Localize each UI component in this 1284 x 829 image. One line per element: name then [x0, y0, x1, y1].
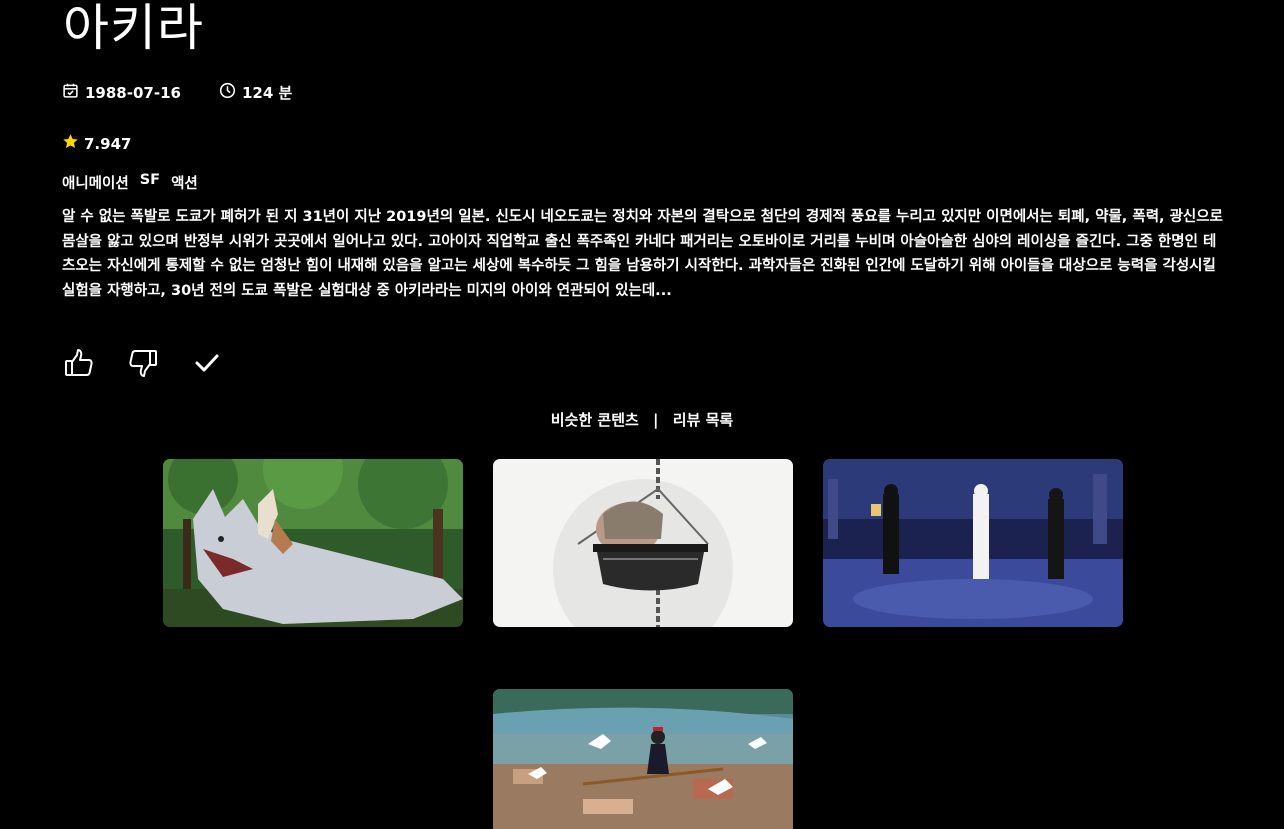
tab-similar-content[interactable]: 비슷한 콘텐츠: [551, 411, 639, 429]
clock-icon: [219, 82, 236, 103]
star-icon: [62, 133, 79, 154]
action-bar: [62, 347, 224, 383]
poster-image-wolf: [163, 459, 463, 627]
content-tabs: 비슷한 콘텐츠 | 리뷰 목록: [0, 409, 1284, 430]
movie-overview: 알 수 없는 폭발로 도쿄가 폐허가 된 지 31년이 지난 2019년의 일본…: [62, 209, 1223, 299]
poster-image-witch-broom: [493, 689, 793, 829]
movie-meta: 1988-07-16 124 분: [62, 82, 292, 103]
poster-image-dancers: [823, 459, 1123, 627]
dislike-button[interactable]: [126, 347, 160, 383]
similar-content-card[interactable]: [493, 459, 793, 627]
watched-button[interactable]: [190, 347, 224, 383]
similar-content-card[interactable]: [823, 459, 1123, 627]
thumbs-up-icon: [63, 347, 95, 383]
genre-item: 액션: [171, 176, 198, 192]
genre-list: 애니메이션 SF 액션: [62, 172, 198, 193]
calendar-check-icon: [62, 82, 79, 103]
thumbs-down-icon: [127, 347, 159, 383]
release-date-value: 1988-07-16: [85, 83, 181, 102]
tab-separator: |: [653, 411, 659, 429]
rating: 7.947: [62, 133, 131, 154]
check-icon: [191, 347, 223, 383]
release-date: 1988-07-16: [62, 82, 181, 103]
runtime-value: 124 분: [241, 84, 293, 102]
poster-image-hanging-pot: [493, 459, 793, 627]
similar-content-card[interactable]: [493, 689, 793, 829]
like-button[interactable]: [62, 347, 96, 383]
similar-content-card[interactable]: [163, 459, 463, 627]
runtime: 124 분: [219, 82, 292, 103]
genre-item: 애니메이션: [62, 176, 129, 192]
movie-title: 아키라: [63, 0, 204, 57]
rating-value: 7.947: [84, 134, 132, 153]
tab-review-list[interactable]: 리뷰 목록: [673, 411, 733, 429]
genre-item: SF: [139, 172, 161, 188]
